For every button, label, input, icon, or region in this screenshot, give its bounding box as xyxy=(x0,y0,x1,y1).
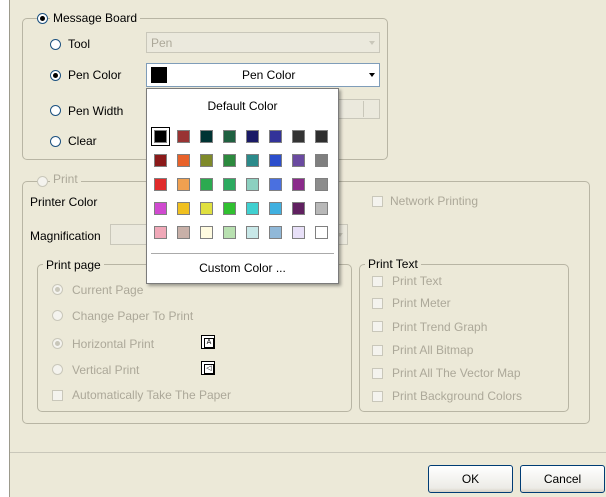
color-swatch[interactable] xyxy=(246,226,259,239)
custom-color-option[interactable]: Custom Color ... xyxy=(147,261,338,275)
popup-divider xyxy=(151,253,334,254)
print-meter-checkbox[interactable] xyxy=(372,298,383,309)
window-edge xyxy=(0,0,10,497)
pen-color-preview xyxy=(151,67,167,83)
color-swatch[interactable] xyxy=(177,202,190,215)
color-swatch[interactable] xyxy=(177,178,190,191)
print-radio[interactable] xyxy=(37,176,48,187)
color-swatch[interactable] xyxy=(154,226,167,239)
color-swatch[interactable] xyxy=(223,154,236,167)
color-swatch[interactable] xyxy=(200,130,213,143)
print-trend-graph-label: Print Trend Graph xyxy=(392,320,488,334)
clear-radio[interactable] xyxy=(50,136,61,147)
network-printing-label: Network Printing xyxy=(390,194,479,208)
color-swatch[interactable] xyxy=(177,130,190,143)
color-swatch[interactable] xyxy=(246,154,259,167)
pen-width-radio[interactable] xyxy=(50,105,61,116)
printer-color-label: Printer Color xyxy=(30,195,98,209)
color-swatch[interactable] xyxy=(292,226,305,239)
tool-label: Tool xyxy=(68,37,91,51)
print-text-group-label: Print Text xyxy=(365,257,421,271)
color-swatch[interactable] xyxy=(292,154,305,167)
tool-value: Pen xyxy=(151,36,173,50)
pen-width-label: Pen Width xyxy=(68,104,124,118)
print-vector-map-checkbox[interactable] xyxy=(372,368,383,379)
pen-color-label: Pen Color xyxy=(68,68,122,82)
magnification-label: Magnification xyxy=(30,229,101,243)
color-swatch[interactable] xyxy=(200,154,213,167)
tool-dropdown[interactable]: Pen xyxy=(146,32,380,53)
print-background-colors-checkbox[interactable] xyxy=(372,391,383,402)
color-swatch[interactable] xyxy=(246,178,259,191)
current-page-label: Current Page xyxy=(72,283,144,297)
pen-color-radio[interactable] xyxy=(50,70,61,81)
color-swatch[interactable] xyxy=(269,130,282,143)
ok-button[interactable]: OK xyxy=(428,465,513,493)
color-swatch[interactable] xyxy=(154,178,167,191)
color-swatch[interactable] xyxy=(292,202,305,215)
color-swatch[interactable] xyxy=(177,226,190,239)
color-swatch[interactable] xyxy=(269,226,282,239)
print-all-bitmap-label: Print All Bitmap xyxy=(392,343,474,357)
print-background-colors-label: Print Background Colors xyxy=(392,389,523,403)
print-vector-map-label: Print All The Vector Map xyxy=(392,366,521,380)
default-color-option[interactable]: Default Color xyxy=(147,99,338,113)
color-swatch[interactable] xyxy=(223,202,236,215)
print-trend-graph-checkbox[interactable] xyxy=(372,321,383,332)
color-swatch[interactable] xyxy=(292,178,305,191)
color-swatch[interactable] xyxy=(315,202,328,215)
chevron-down-icon xyxy=(369,73,375,77)
color-swatch[interactable] xyxy=(151,127,170,146)
horizontal-print-label: Horizontal Print xyxy=(72,337,155,351)
color-swatch[interactable] xyxy=(246,130,259,143)
current-page-radio[interactable] xyxy=(52,284,63,295)
clear-label: Clear xyxy=(68,134,97,148)
tool-radio[interactable] xyxy=(50,39,61,50)
vertical-print-radio[interactable] xyxy=(52,364,63,375)
change-paper-radio[interactable] xyxy=(52,310,63,321)
print-meter-label: Print Meter xyxy=(392,296,451,310)
color-swatch[interactable] xyxy=(154,202,167,215)
color-swatch[interactable] xyxy=(269,202,282,215)
print-page-label: Print page xyxy=(43,258,104,272)
color-swatch[interactable] xyxy=(315,130,328,143)
auto-take-paper-checkbox[interactable] xyxy=(52,390,63,401)
vertical-print-label: Vertical Print xyxy=(72,363,140,377)
color-swatch[interactable] xyxy=(315,226,328,239)
pen-color-value: Pen Color xyxy=(242,68,296,82)
message-board-radio[interactable] xyxy=(37,13,48,24)
chevron-down-icon xyxy=(369,40,375,45)
button-bar-divider xyxy=(10,452,606,453)
color-swatch[interactable] xyxy=(154,154,167,167)
color-swatch[interactable] xyxy=(223,226,236,239)
color-swatch[interactable] xyxy=(200,226,213,239)
color-swatch[interactable] xyxy=(292,130,305,143)
portrait-page-icon: ◁ xyxy=(201,361,215,375)
network-printing-checkbox[interactable] xyxy=(372,196,383,207)
print-text-checkbox[interactable] xyxy=(372,276,383,287)
color-swatch[interactable] xyxy=(200,178,213,191)
color-swatch[interactable] xyxy=(223,130,236,143)
print-all-bitmap-checkbox[interactable] xyxy=(372,345,383,356)
auto-take-paper-label: Automatically Take The Paper xyxy=(72,388,231,402)
color-swatch[interactable] xyxy=(315,154,328,167)
spin-buttons xyxy=(363,101,378,117)
color-swatch[interactable] xyxy=(223,178,236,191)
message-board-label: Message Board xyxy=(50,11,141,25)
color-picker-popup: Default Color Custom Color ... xyxy=(146,88,339,284)
color-swatch[interactable] xyxy=(200,202,213,215)
color-swatch[interactable] xyxy=(315,178,328,191)
color-swatch[interactable] xyxy=(246,202,259,215)
color-swatch[interactable] xyxy=(269,178,282,191)
cancel-button[interactable]: Cancel xyxy=(520,465,605,493)
pen-width-spinner[interactable] xyxy=(332,99,380,119)
horizontal-print-radio[interactable] xyxy=(52,338,63,349)
pen-color-dropdown[interactable]: Pen Color xyxy=(146,63,380,87)
landscape-page-icon: A xyxy=(201,335,215,349)
color-swatch[interactable] xyxy=(177,154,190,167)
change-paper-label: Change Paper To Print xyxy=(72,309,194,323)
print-label: Print xyxy=(50,172,81,186)
print-text-label: Print Text xyxy=(392,274,442,288)
color-swatch[interactable] xyxy=(269,154,282,167)
